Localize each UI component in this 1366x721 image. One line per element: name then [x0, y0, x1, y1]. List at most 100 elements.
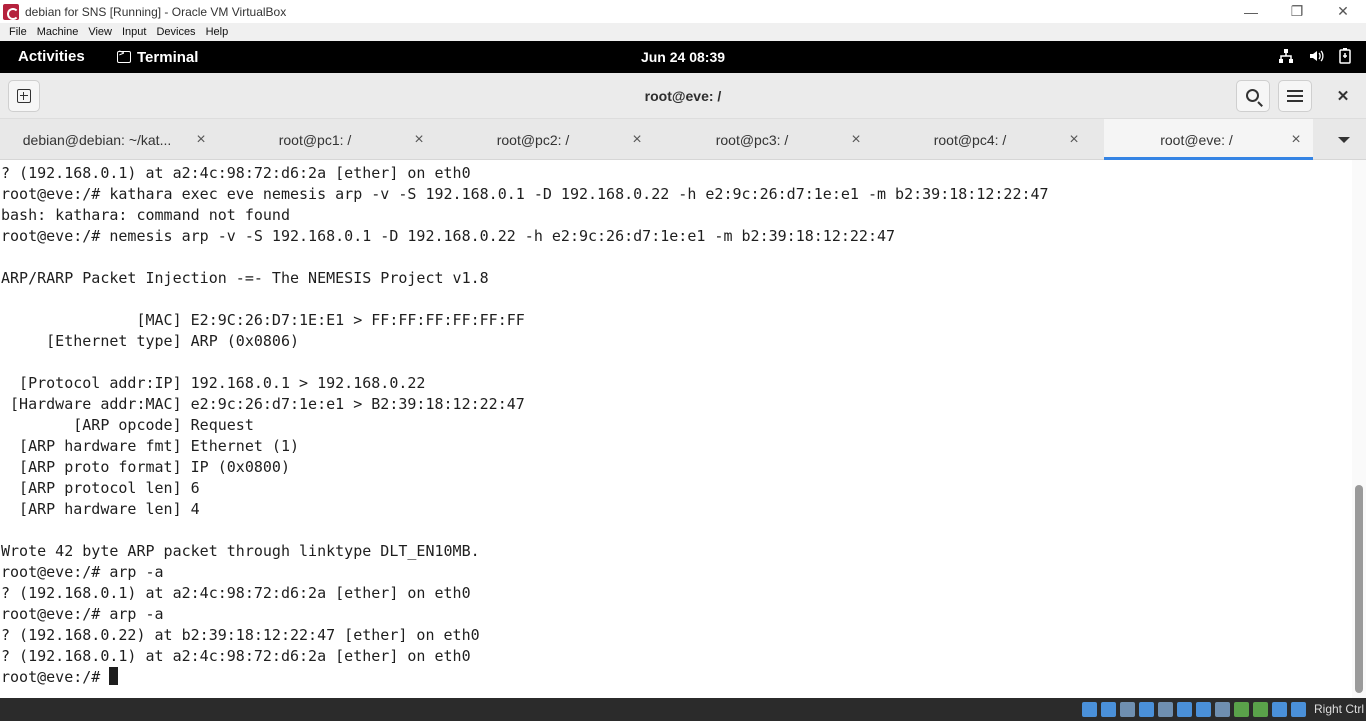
clock[interactable]: Jun 24 08:39 — [0, 41, 1366, 73]
terminal-line: [Ethernet type] ARP (0x0806) — [1, 332, 300, 350]
hard-disk-icon[interactable] — [1082, 702, 1097, 717]
main-menu-button[interactable] — [1278, 80, 1312, 112]
tab-label: root@pc3: / — [715, 131, 789, 148]
text-cursor — [109, 667, 119, 685]
tab-overflow-button[interactable] — [1322, 119, 1366, 160]
terminal-line: ? (192.168.0.1) at a2:4c:98:72:d6:2a [et… — [1, 584, 471, 602]
terminal-tabs: debian@debian: ~/kat... × root@pc1: / × … — [0, 119, 1366, 160]
guest-additions-icon[interactable] — [1253, 702, 1268, 717]
vbox-status-bar: Right Ctrl — [0, 698, 1366, 721]
volume-icon — [1308, 48, 1324, 67]
tab-label: root@pc2: / — [496, 131, 570, 148]
new-tab-icon — [17, 89, 31, 103]
menu-help[interactable]: Help — [201, 26, 234, 38]
shared-folders-icon[interactable] — [1177, 702, 1192, 717]
terminal-window-title: root@eve: / — [644, 88, 722, 104]
menu-devices[interactable]: Devices — [151, 26, 200, 38]
host-key-label: Right Ctrl — [1313, 702, 1364, 716]
mouse-integration-icon[interactable] — [1272, 702, 1287, 717]
gnome-top-bar: Activities Terminal Jun 24 08:39 — [0, 41, 1366, 73]
chevron-down-icon — [1338, 136, 1350, 143]
terminal-scrollbar[interactable] — [1352, 160, 1366, 698]
terminal-line: bash: kathara: command not found — [1, 206, 290, 224]
tab-close-icon[interactable]: × — [839, 131, 873, 149]
terminal-line: ? (192.168.0.1) at a2:4c:98:72:d6:2a [et… — [1, 164, 471, 182]
minimize-button[interactable]: — — [1228, 0, 1274, 23]
terminal-close-button[interactable]: ✕ — [1330, 80, 1356, 112]
vbox-device-icons — [1082, 702, 1306, 717]
tab-pc4[interactable]: root@pc4: / × — [873, 119, 1091, 160]
scrollbar-thumb[interactable] — [1355, 485, 1363, 693]
tab-pc2[interactable]: root@pc2: / × — [436, 119, 654, 160]
search-button[interactable] — [1236, 80, 1270, 112]
activities-button[interactable]: Activities — [18, 41, 85, 73]
terminal-line: [ARP hardware len] 4 — [1, 500, 200, 518]
menu-input[interactable]: Input — [117, 26, 151, 38]
terminal-line: [ARP opcode] Request — [1, 416, 254, 434]
tab-debian-kathara[interactable]: debian@debian: ~/kat... × — [0, 119, 218, 160]
terminal-output[interactable]: ? (192.168.0.1) at a2:4c:98:72:d6:2a [et… — [0, 160, 1352, 698]
host-title-bar: debian for SNS [Running] - Oracle VM Vir… — [0, 0, 1366, 23]
app-menu[interactable]: Terminal — [117, 41, 198, 73]
tab-label: root@eve: / — [1160, 131, 1233, 148]
optical-drive-icon[interactable] — [1101, 702, 1116, 717]
terminal-icon — [117, 48, 131, 63]
terminal-header-bar: root@eve: / ✕ — [0, 73, 1366, 119]
menu-view[interactable]: View — [83, 26, 117, 38]
tab-label: debian@debian: ~/kat... — [22, 131, 172, 148]
terminal-line: root@eve:/# kathara exec eve nemesis arp… — [1, 185, 1049, 203]
tab-label: root@pc4: / — [933, 131, 1007, 148]
network-adapter-icon[interactable] — [1139, 702, 1154, 717]
tab-close-icon[interactable]: × — [402, 131, 436, 149]
close-window-button[interactable]: ✕ — [1320, 0, 1366, 23]
terminal-line: [ARP proto format] IP (0x0800) — [1, 458, 290, 476]
tab-close-icon[interactable]: × — [620, 131, 654, 149]
terminal-line: [ARP hardware fmt] Ethernet (1) — [1, 437, 300, 455]
close-icon: ✕ — [1336, 88, 1350, 105]
terminal-line: ARP/RARP Packet Injection -=- The NEMESI… — [1, 269, 489, 287]
app-name: Terminal — [137, 48, 199, 66]
virtualbox-debian-icon — [3, 3, 19, 20]
new-tab-button[interactable] — [8, 80, 40, 112]
display-icon[interactable] — [1196, 702, 1211, 717]
window-controls: — ❐ ✕ — [1228, 0, 1366, 23]
terminal-line: Wrote 42 byte ARP packet through linktyp… — [1, 542, 480, 560]
terminal-line: root@eve:/# arp -a — [1, 563, 164, 581]
terminal-line: [Protocol addr:IP] 192.168.0.1 > 192.168… — [1, 374, 426, 392]
tab-close-icon[interactable]: × — [184, 131, 218, 149]
terminal-line: [MAC] E2:9C:26:D7:1E:E1 > FF:FF:FF:FF:FF… — [1, 311, 525, 329]
terminal-line: root@eve:/# arp -a — [1, 605, 164, 623]
shell-prompt: root@eve:/# — [1, 668, 110, 686]
host-window-title: debian for SNS [Running] - Oracle VM Vir… — [25, 4, 287, 19]
terminal-line: root@eve:/# nemesis arp -v -S 192.168.0.… — [1, 227, 896, 245]
search-icon — [1245, 88, 1259, 102]
hamburger-icon — [1287, 90, 1303, 102]
terminal-line: [ARP protocol len] 6 — [1, 479, 200, 497]
terminal-prompt-line[interactable]: root@eve:/# — [0, 667, 1352, 688]
tab-label: root@pc1: / — [278, 131, 352, 148]
vbox-menu-bar: File Machine View Input Devices Help — [0, 23, 1366, 41]
tab-pc1[interactable]: root@pc1: / × — [218, 119, 436, 160]
tab-pc3[interactable]: root@pc3: / × — [655, 119, 873, 160]
keyboard-capture-icon[interactable] — [1291, 702, 1306, 717]
menu-machine[interactable]: Machine — [32, 26, 84, 38]
restore-button[interactable]: ❐ — [1274, 0, 1320, 23]
system-tray[interactable] — [1278, 41, 1352, 73]
recording-icon[interactable] — [1215, 702, 1230, 717]
tab-eve[interactable]: root@eve: / × — [1104, 119, 1313, 160]
cpu-icon[interactable] — [1234, 702, 1249, 717]
usb-icon[interactable] — [1158, 702, 1173, 717]
tab-close-icon[interactable]: × — [1057, 131, 1091, 149]
battery-icon — [1338, 47, 1352, 67]
network-icon — [1278, 48, 1294, 67]
terminal-line: ? (192.168.0.22) at b2:39:18:12:22:47 [e… — [1, 626, 480, 644]
terminal-line: [Hardware addr:MAC] e2:9c:26:d7:1e:e1 > … — [1, 395, 525, 413]
menu-file[interactable]: File — [4, 26, 32, 38]
audio-icon[interactable] — [1120, 702, 1135, 717]
terminal-line: ? (192.168.0.1) at a2:4c:98:72:d6:2a [et… — [1, 647, 471, 665]
tab-close-icon[interactable]: × — [1279, 131, 1313, 149]
